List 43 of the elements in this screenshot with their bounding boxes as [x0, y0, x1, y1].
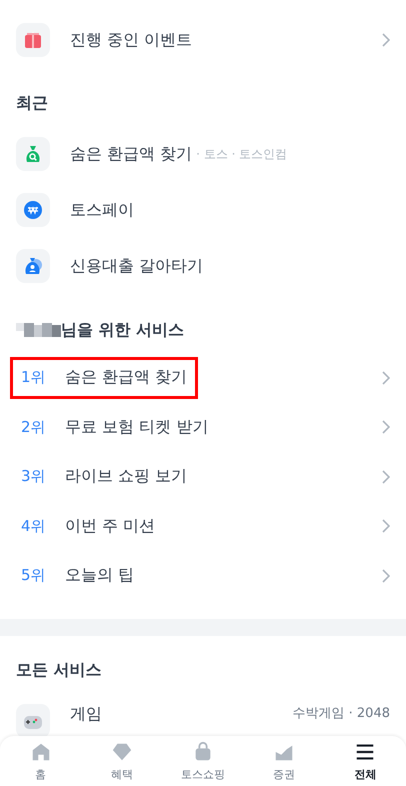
service-label: 숨은 환급액 찾기	[65, 367, 188, 388]
recent-item-label[interactable]: 숨은 환급액 찾기	[70, 144, 192, 164]
service-label: 오늘의 팁	[65, 565, 134, 586]
chevron-icon	[382, 519, 390, 534]
gamepad-icon	[16, 704, 50, 738]
chevron-icon	[382, 470, 390, 484]
chevron-icon	[382, 33, 390, 47]
chevron-icon	[382, 370, 390, 385]
money-bag-person-icon	[16, 249, 50, 283]
section-title: 님을 위한 서비스	[61, 320, 184, 340]
tab[interactable]: 홈	[0, 736, 82, 786]
money-bag-search-icon	[16, 137, 50, 171]
tab[interactable]: 증권	[244, 736, 325, 786]
service-label: 라이브 쇼핑 보기	[65, 466, 188, 488]
tab[interactable]: 전체	[324, 736, 406, 786]
ranked-service-row[interactable]: 5위 오늘의 팁	[0, 551, 406, 600]
rank-label: 4위	[21, 516, 47, 536]
service-label[interactable]: 게임	[70, 704, 102, 724]
ranked-service-row[interactable]: 4위 이번 주 미션	[0, 502, 406, 551]
chevron-icon	[382, 420, 390, 434]
rank-label: 3위	[21, 467, 47, 486]
recent-item-label[interactable]: 신용대출 갈아타기	[70, 256, 204, 276]
ranked-service-row[interactable]: 2위 무료 보험 티켓 받기	[0, 402, 406, 452]
won-coin-icon	[16, 193, 50, 227]
section-title: 최근	[16, 92, 48, 114]
rank-label: 5위	[21, 566, 47, 586]
rank-label: 2위	[21, 418, 47, 437]
recent-item-label[interactable]: 토스페이	[70, 200, 134, 220]
blurred-name	[16, 321, 61, 339]
section-title: 모든 서비스	[16, 660, 102, 681]
event-row[interactable]: 진행 중인 이벤트	[0, 0, 406, 80]
item-meta: 수박게임 · 2048	[292, 704, 390, 722]
tab[interactable]: 토스쇼핑	[162, 736, 244, 786]
item-label: 진행 중인 이벤트	[70, 30, 192, 50]
rank-label: 1위	[21, 368, 47, 388]
chevron-icon	[382, 568, 390, 583]
ranked-service-row[interactable]: 3위 라이브 쇼핑 보기	[0, 452, 406, 502]
service-label: 무료 보험 티켓 받기	[65, 416, 208, 438]
ranked-service-row[interactable]: 1위 숨은 환급액 찾기	[0, 353, 406, 402]
service-label: 이번 주 미션	[65, 516, 156, 537]
item-meta: · 토스 · 토스인컴	[196, 146, 288, 162]
tab[interactable]: 혜택	[81, 736, 162, 786]
gift-icon	[16, 23, 50, 57]
